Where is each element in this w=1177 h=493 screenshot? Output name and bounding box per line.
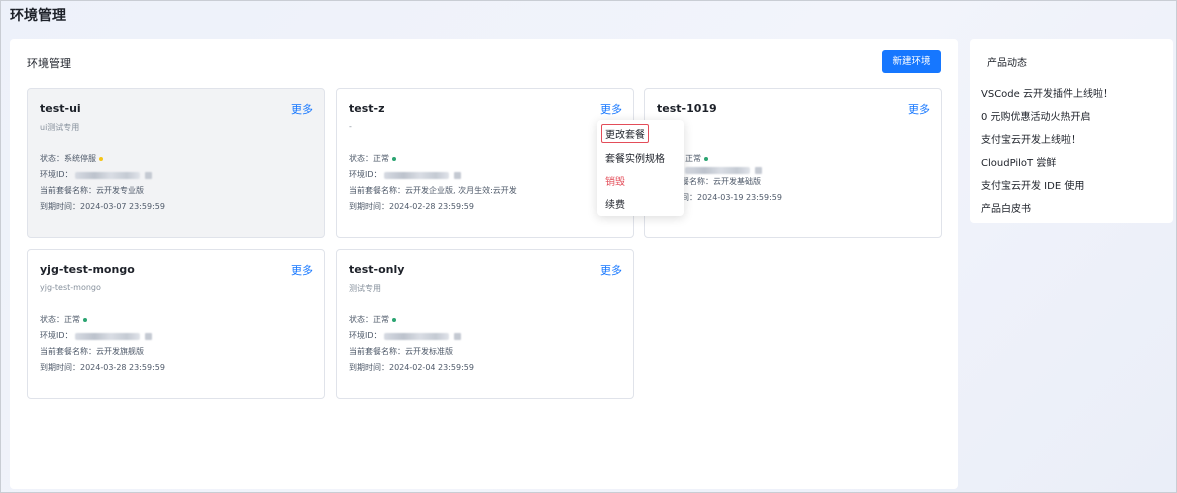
plan-value: 云开发企业版, 次月生效:云开发 (405, 186, 517, 195)
env-desc: ui测试专用 (40, 123, 80, 132)
redacted-env-id (383, 332, 449, 340)
env-name: yjg-test-mongo (40, 263, 135, 276)
env-name: test-ui (40, 102, 81, 115)
plan-label: 餐名称： (681, 177, 713, 186)
plan-label: 当前套餐名称： (40, 347, 96, 356)
copy-icon[interactable] (453, 171, 461, 179)
status-dot-icon (83, 318, 87, 322)
news-item[interactable]: 产品白皮书 (981, 200, 1031, 215)
env-id-label: 环境ID： (349, 331, 382, 340)
redacted-env-id (74, 171, 140, 179)
news-item[interactable]: 支付宝云开发上线啦！ (981, 131, 1081, 146)
status-label: 状态： (349, 315, 373, 324)
env-card-test-z[interactable]: test-z 更多 - 状态： 正常 环境ID： 当前套餐名称： 云开发企业版, 次… (336, 88, 634, 238)
copy-icon[interactable] (453, 332, 461, 340)
env-card-test-only[interactable]: test-only 更多 测试专用 状态： 正常 环境ID： 当前套餐名称： 云开发… (336, 249, 634, 399)
redacted-env-id (383, 171, 449, 179)
status-value: 正常 (64, 315, 80, 324)
env-info: 状态： 正常 环境ID： 当前套餐名称： 云开发旗舰版 到期时间： 2024-03-2… (40, 312, 165, 376)
env-desc: yjg-test-mongo (40, 283, 101, 292)
plan-value: 云开发旗舰版 (96, 347, 144, 356)
expire-value: 2024-02-28 23:59:59 (389, 202, 474, 211)
expire-value: 2024-03-19 23:59:59 (697, 193, 782, 202)
plan-label: 当前套餐名称： (349, 186, 405, 195)
env-name: test-z (349, 102, 385, 115)
expire-label: 到期时间： (40, 202, 80, 211)
env-info: 状态： 系统停服 环境ID： 当前套餐名称： 云开发专业版 到期时间： 2024-03… (40, 151, 165, 215)
side-title: 产品动态 (987, 58, 1027, 69)
env-name: test-only (349, 263, 405, 276)
plan-label: 当前套餐名称： (349, 347, 405, 356)
expire-value: 2024-02-04 23:59:59 (389, 363, 474, 372)
news-item[interactable]: 0 元购优惠活动火热开启 (981, 108, 1091, 123)
copy-icon[interactable] (144, 332, 152, 340)
page-title: 环境管理 (10, 8, 66, 24)
dropdown-item-renew[interactable]: 续费 (605, 196, 625, 211)
status-dot-icon (704, 157, 708, 161)
copy-icon[interactable] (144, 171, 152, 179)
news-item[interactable]: 支付宝云开发 IDE 使用 (981, 177, 1084, 192)
redacted-env-id (74, 332, 140, 340)
status-value: 系统停服 (64, 154, 96, 163)
plan-value: 云开发专业版 (96, 186, 144, 195)
new-env-button[interactable]: 新建环境 (882, 50, 941, 73)
news-item[interactable]: VSCode 云开发插件上线啦！ (981, 85, 1113, 100)
status-value: 正常 (373, 154, 389, 163)
expire-label: 到期时间： (40, 363, 80, 372)
expire-label: 到期时间： (349, 202, 389, 211)
status-value: 正常 (373, 315, 389, 324)
more-button[interactable]: 更多 (600, 101, 622, 117)
expire-value: 2024-03-07 23:59:59 (80, 202, 165, 211)
env-card-test-1019[interactable]: test-1019 更多 正常 餐名称： 云开发基础版 间： 2024-03-19 … (644, 88, 942, 238)
env-info: 状态： 正常 环境ID： 当前套餐名称： 云开发企业版, 次月生效:云开发 到期时间… (349, 151, 517, 215)
env-name: test-1019 (657, 102, 717, 115)
more-button[interactable]: 更多 (908, 101, 930, 117)
product-news-panel: 产品动态 VSCode 云开发插件上线啦！ 0 元购优惠活动火热开启 支付宝云开… (970, 39, 1173, 223)
env-id-label: 环境ID： (40, 170, 73, 179)
redacted-env-id (685, 167, 750, 174)
dropdown-item-change-plan[interactable]: 更改套餐 (601, 124, 649, 143)
env-info: 状态： 正常 环境ID： 当前套餐名称： 云开发标准版 到期时间： 2024-02-0… (349, 312, 474, 376)
dropdown-item-destroy[interactable]: 销毁 (605, 173, 625, 188)
status-dot-icon (99, 157, 103, 161)
env-desc: - (349, 122, 352, 131)
status-label: 状态： (40, 154, 64, 163)
dropdown-item-plan-spec[interactable]: 套餐实例规格 (605, 150, 665, 165)
env-info: 正常 餐名称： 云开发基础版 间： 2024-03-19 23:59:59 (681, 151, 782, 206)
env-id-label: 环境ID： (40, 331, 73, 340)
env-id-label: 环境ID： (349, 170, 382, 179)
plan-value: 云开发标准版 (405, 347, 453, 356)
more-dropdown-menu: 更改套餐 套餐实例规格 销毁 续费 (597, 120, 684, 216)
expire-label: 到期时间： (349, 363, 389, 372)
status-dot-icon (392, 318, 396, 322)
news-item[interactable]: CloudPiloT 尝鲜 (981, 154, 1056, 169)
env-card-test-ui[interactable]: test-ui 更多 ui测试专用 状态： 系统停服 环境ID： 当前套餐名称：云… (27, 88, 325, 238)
copy-icon[interactable] (755, 167, 762, 174)
status-value: 正常 (685, 154, 701, 163)
status-label: 状态： (349, 154, 373, 163)
expire-value: 2024-03-28 23:59:59 (80, 363, 165, 372)
env-list-panel: 环境管理 新建环境 test-ui 更多 ui测试专用 状态： 系统停服 环境ID… (10, 39, 958, 489)
plan-value: 云开发基础版 (713, 177, 761, 186)
more-button[interactable]: 更多 (291, 262, 313, 278)
env-desc: 测试专用 (349, 284, 381, 293)
plan-label: 当前套餐名称： (40, 186, 96, 195)
env-card-yjg-test-mongo[interactable]: yjg-test-mongo 更多 yjg-test-mongo 状态： 正常 环… (27, 249, 325, 399)
more-button[interactable]: 更多 (291, 101, 313, 117)
more-button[interactable]: 更多 (600, 262, 622, 278)
status-dot-icon (392, 157, 396, 161)
status-label: 状态： (40, 315, 64, 324)
panel-title: 环境管理 (27, 57, 71, 70)
